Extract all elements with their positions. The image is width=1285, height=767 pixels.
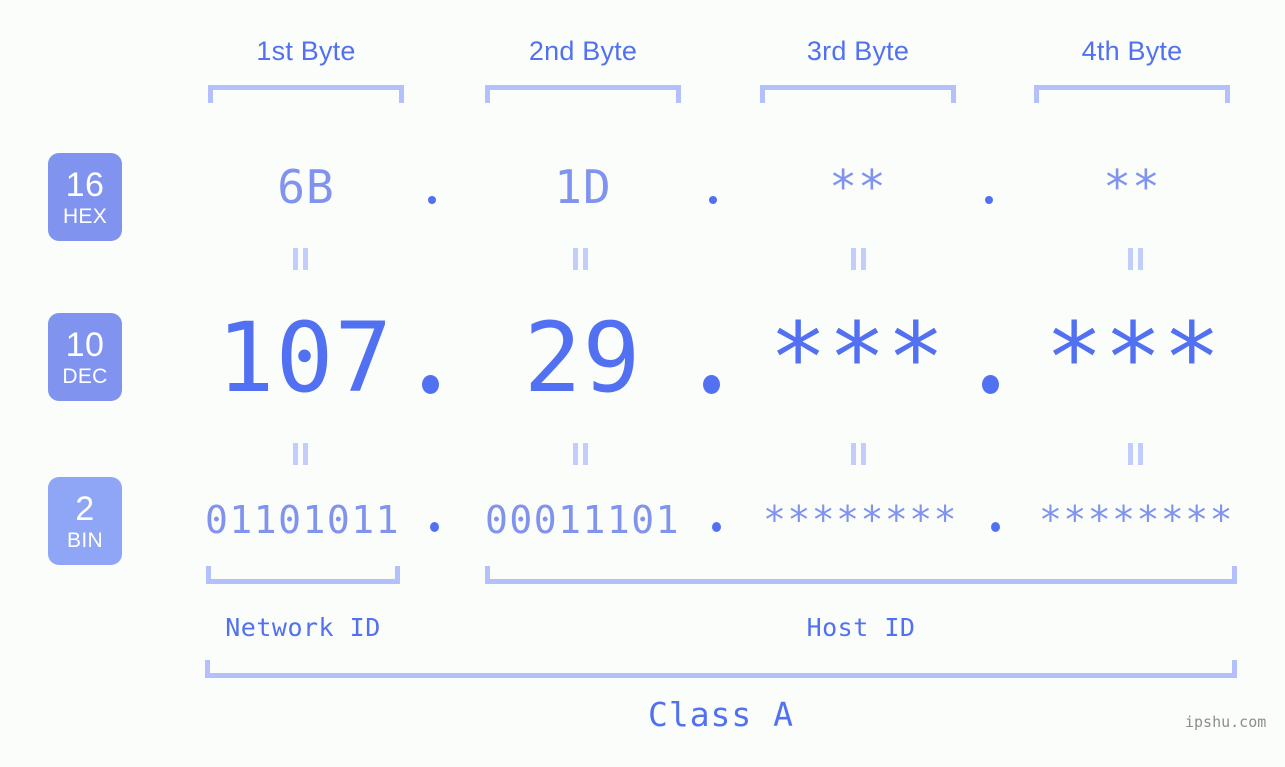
bin-separator-dot-2 xyxy=(712,522,721,532)
equals-connector-dec-bin-4 xyxy=(1127,443,1145,465)
base-badge-dec: 10 DEC xyxy=(48,313,122,401)
bin-byte-3: ******** xyxy=(762,498,959,542)
hex-separator-dot-3 xyxy=(985,196,993,204)
dec-separator-dot-1 xyxy=(422,375,439,394)
hex-byte-2: 1D xyxy=(554,160,612,214)
byte-header-4: 4th Byte xyxy=(1081,36,1183,66)
byte-header-1: 1st Byte xyxy=(256,36,356,66)
host-id-label: Host ID xyxy=(806,613,916,642)
byte-header-3: 3rd Byte xyxy=(806,36,910,66)
base-badge-hex-label: HEX xyxy=(62,204,108,228)
base-badge-hex: 16 HEX xyxy=(48,153,122,241)
ip-address-breakdown-diagram: 1st Byte 2nd Byte 3rd Byte 4th Byte 16 H… xyxy=(0,0,1285,767)
base-badge-hex-number: 16 xyxy=(65,165,105,204)
equals-connector-hex-dec-4 xyxy=(1127,248,1145,270)
byte-bracket-top-2 xyxy=(485,85,681,103)
base-badge-dec-number: 10 xyxy=(65,325,105,364)
byte-bracket-top-4 xyxy=(1034,85,1230,103)
equals-connector-hex-dec-1 xyxy=(292,248,310,270)
dec-byte-4: *** xyxy=(1045,302,1222,414)
base-badge-bin-number: 2 xyxy=(75,489,95,528)
equals-connector-dec-bin-3 xyxy=(850,443,868,465)
class-bracket xyxy=(205,660,1237,678)
bin-separator-dot-1 xyxy=(430,522,439,532)
byte-bracket-top-1 xyxy=(208,85,404,103)
site-watermark: ipshu.com xyxy=(1185,713,1267,731)
equals-connector-dec-bin-1 xyxy=(292,443,310,465)
base-badge-bin: 2 BIN xyxy=(48,477,122,565)
equals-connector-hex-dec-2 xyxy=(572,248,590,270)
byte-header-2: 2nd Byte xyxy=(528,36,638,66)
hex-byte-1: 6B xyxy=(277,160,335,214)
hex-separator-dot-1 xyxy=(428,196,436,204)
base-badge-bin-label: BIN xyxy=(67,528,103,552)
hex-byte-3: ** xyxy=(829,160,887,214)
bin-byte-4: ******** xyxy=(1038,498,1235,542)
network-id-bracket xyxy=(206,566,400,584)
dec-separator-dot-2 xyxy=(703,375,720,394)
hex-separator-dot-2 xyxy=(709,196,717,204)
equals-connector-hex-dec-3 xyxy=(850,248,868,270)
network-id-label: Network ID xyxy=(225,613,381,642)
dec-byte-3: *** xyxy=(769,302,946,414)
dec-byte-1: 107 xyxy=(216,302,394,414)
bin-byte-1: 01101011 xyxy=(204,498,401,542)
equals-connector-dec-bin-2 xyxy=(572,443,590,465)
class-label: Class A xyxy=(647,695,795,734)
bin-separator-dot-3 xyxy=(991,522,1000,532)
dec-separator-dot-3 xyxy=(982,375,999,394)
hex-byte-4: ** xyxy=(1103,160,1161,214)
byte-bracket-top-3 xyxy=(760,85,956,103)
bin-byte-2: 00011101 xyxy=(484,498,681,542)
host-id-bracket xyxy=(485,566,1237,584)
dec-byte-2: 29 xyxy=(523,302,642,414)
base-badge-dec-label: DEC xyxy=(62,364,108,388)
